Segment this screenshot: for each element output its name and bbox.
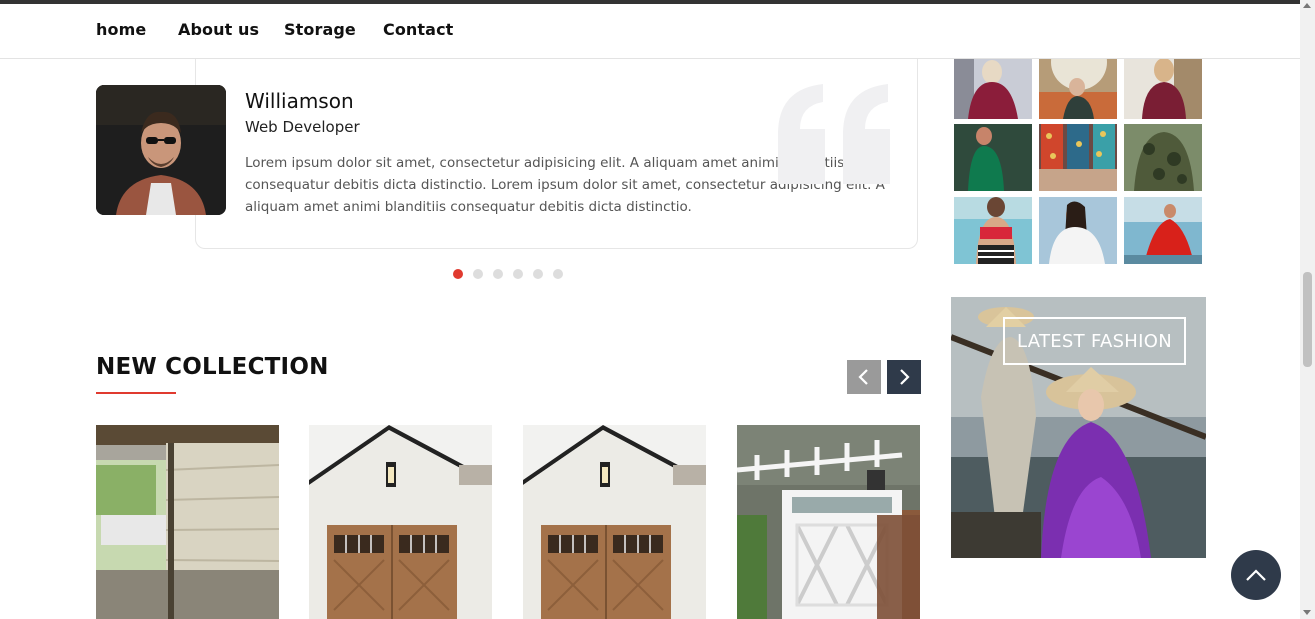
testimonial-role: Web Developer	[245, 118, 360, 136]
latest-fashion-banner[interactable]: LATEST FASHION	[951, 297, 1206, 558]
carousel-next-button[interactable]	[887, 360, 921, 394]
gallery-thumb-9[interactable]	[1124, 197, 1202, 264]
page-scrollbar[interactable]	[1300, 0, 1315, 619]
pagination-dot-3[interactable]	[493, 269, 503, 279]
gallery-thumb-6[interactable]	[1124, 124, 1202, 191]
scroll-down-icon[interactable]	[1303, 610, 1311, 615]
pagination-dot-6[interactable]	[553, 269, 563, 279]
scrollbar-thumb[interactable]	[1303, 272, 1312, 367]
product-card-2[interactable]	[309, 425, 492, 619]
testimonial-avatar	[96, 85, 226, 215]
product-card-3[interactable]	[523, 425, 706, 619]
nav-contact-link[interactable]: Contact	[383, 20, 453, 39]
gallery-thumb-5[interactable]	[1039, 124, 1117, 191]
nav-home-link[interactable]: home	[96, 20, 146, 39]
nav-about-link[interactable]: About us	[178, 20, 259, 39]
chevron-left-icon	[858, 369, 868, 385]
chevron-up-icon	[1246, 569, 1266, 581]
scroll-up-icon[interactable]	[1303, 3, 1311, 8]
gallery-thumb-3[interactable]	[1124, 52, 1202, 119]
new-collection-title: NEW COLLECTION	[96, 354, 329, 380]
pagination-dot-1[interactable]	[453, 269, 463, 279]
back-to-top-button[interactable]	[1231, 550, 1281, 600]
gallery-thumb-2[interactable]	[1039, 52, 1117, 119]
pagination-dot-5[interactable]	[533, 269, 543, 279]
chevron-right-icon	[900, 369, 910, 385]
product-card-1[interactable]	[96, 425, 279, 619]
pagination-dot-4[interactable]	[513, 269, 523, 279]
gallery-thumb-4[interactable]	[954, 124, 1032, 191]
nav-storage-link[interactable]: Storage	[284, 20, 356, 39]
pagination-dot-2[interactable]	[473, 269, 483, 279]
gallery-thumb-8[interactable]	[1039, 197, 1117, 264]
product-card-4[interactable]	[737, 425, 920, 619]
gallery-thumb-7[interactable]	[954, 197, 1032, 264]
gallery-thumb-1[interactable]	[954, 52, 1032, 119]
main-navbar: home About us Storage Contact	[0, 4, 1300, 59]
testimonial-name: Williamson	[245, 89, 354, 113]
carousel-prev-button[interactable]	[847, 360, 881, 394]
latest-fashion-label: LATEST FASHION	[1003, 317, 1186, 365]
title-underline	[96, 392, 176, 394]
quote-icon	[778, 84, 893, 184]
